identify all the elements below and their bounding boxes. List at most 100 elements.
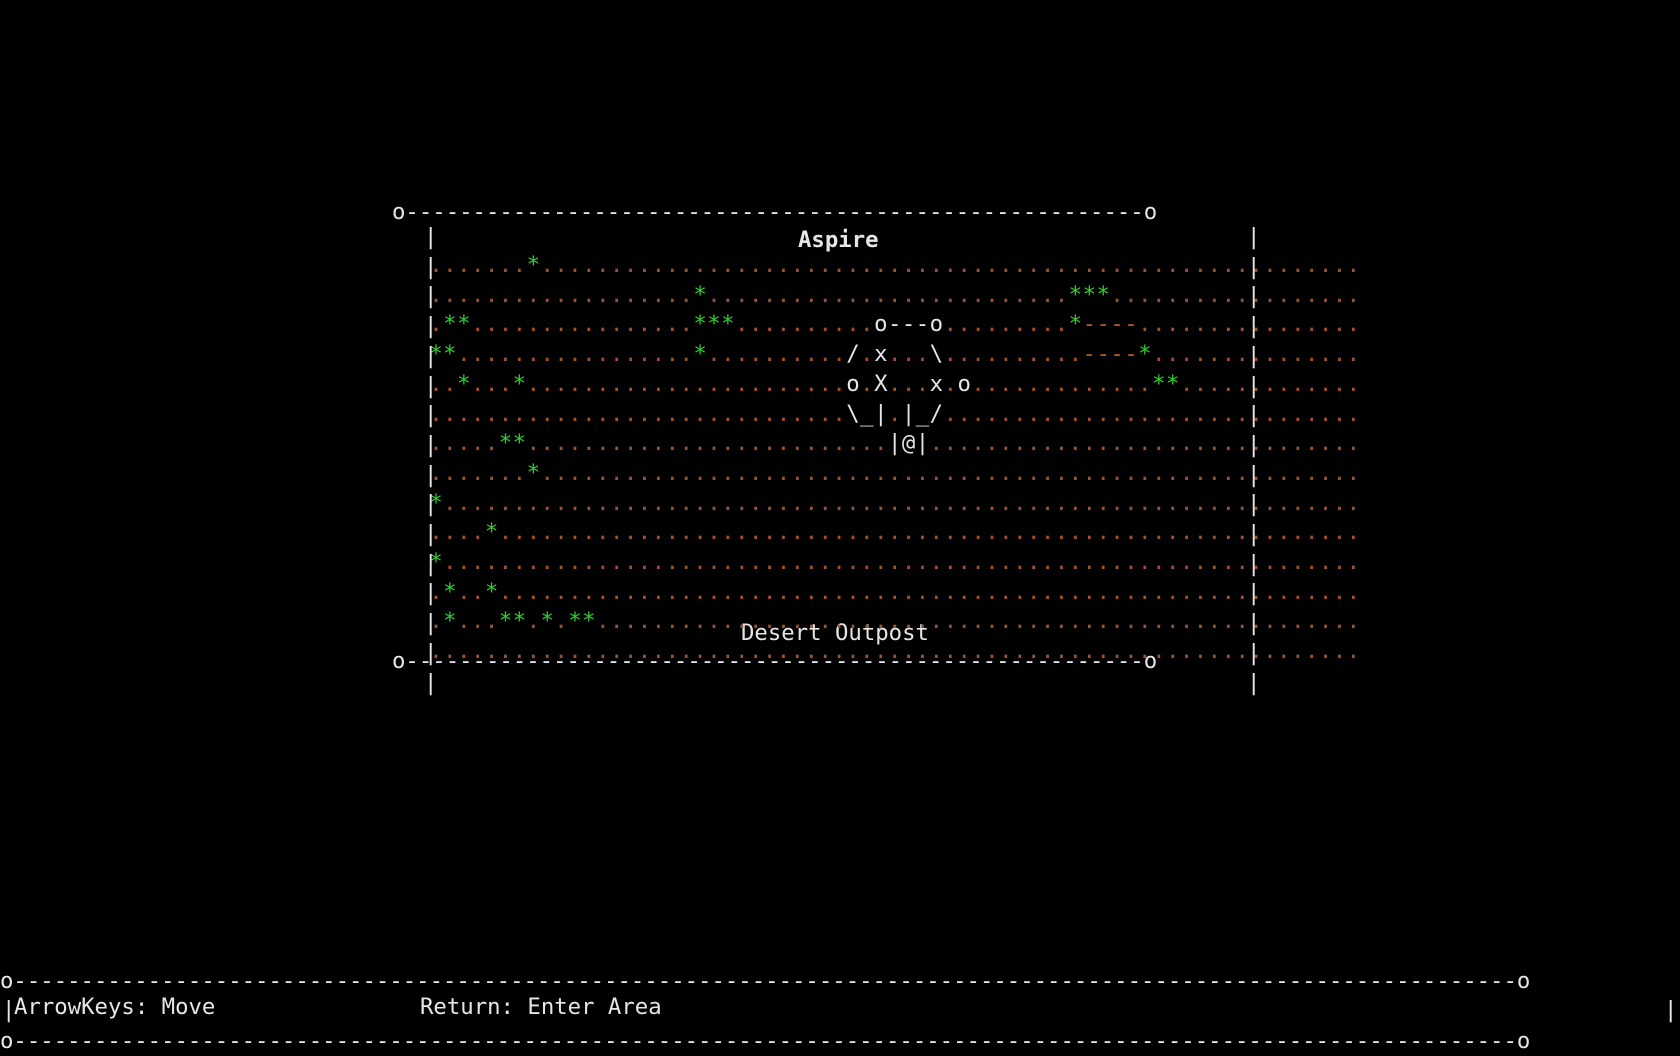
ground-tile: . xyxy=(1152,281,1166,308)
ground-tile: . xyxy=(846,459,860,486)
ground-tile: . xyxy=(1165,638,1180,665)
ground-tile: . xyxy=(971,638,985,665)
ground-tile: . xyxy=(943,578,958,605)
map-top-border: o---------------------------------------… xyxy=(392,199,1158,225)
ground-tile: . xyxy=(1165,341,1180,368)
ground-tile: . xyxy=(1193,638,1208,665)
tree-tile: * xyxy=(512,370,527,397)
ground-tile: . xyxy=(526,549,541,575)
ground-tile: . xyxy=(1179,638,1194,665)
ground-tile: . xyxy=(443,281,457,308)
ground-tile: . xyxy=(1026,430,1041,457)
ground-tile: . xyxy=(1124,459,1138,486)
ground-tile: . xyxy=(582,549,596,575)
ground-tile: . xyxy=(1110,370,1124,397)
map-row: .... *...................................… xyxy=(0,517,1680,547)
ground-tile: . xyxy=(1179,370,1194,397)
ground-tile: . xyxy=(637,400,652,427)
ground-tile: . xyxy=(943,281,958,308)
ground-tile: . xyxy=(1263,311,1277,338)
ground-tile: . xyxy=(957,489,971,516)
ground-tile: . xyxy=(929,281,944,308)
ground-tile: . xyxy=(609,311,624,338)
ground-tile: . xyxy=(1096,489,1110,516)
ground-tile: . xyxy=(762,281,777,308)
ground-tile: . xyxy=(1221,281,1236,308)
ground-tile: . xyxy=(498,370,513,397)
ground-tile: . xyxy=(957,638,971,665)
ground-tile: . xyxy=(623,311,638,338)
ground-tile: . xyxy=(1110,459,1124,486)
ground-tile: . xyxy=(1263,400,1277,427)
ground-tile: . xyxy=(985,252,999,278)
ground-tile: . xyxy=(1054,578,1069,605)
ground-tile: . xyxy=(901,638,916,665)
ground-tile: . xyxy=(1082,578,1097,605)
ground-tile: . xyxy=(1179,252,1194,278)
structure-tile: _ xyxy=(860,400,874,427)
ground-tile: . xyxy=(762,459,777,486)
ground-tile: . xyxy=(526,370,541,397)
map-row: ....... *................................… xyxy=(0,250,1680,280)
ground-tile: . xyxy=(735,341,749,368)
ground-tile: . xyxy=(1110,430,1124,457)
ground-tile: . xyxy=(999,519,1013,546)
ground-tile: . xyxy=(999,459,1013,486)
ground-tile: . xyxy=(1291,370,1305,397)
ground-tile: . xyxy=(651,400,666,427)
ground-tile: . xyxy=(1165,608,1180,635)
ground-tile: . xyxy=(1304,608,1319,635)
ground-tile: . xyxy=(637,608,652,635)
ground-tile: . xyxy=(568,370,582,397)
ground-tile: . xyxy=(1152,578,1166,605)
ground-tile: . xyxy=(804,430,819,457)
ground-tile: . xyxy=(1207,341,1222,368)
ground-tile: . xyxy=(679,370,693,397)
ground-tile: . xyxy=(665,281,680,308)
ground-tile: . xyxy=(540,549,554,575)
ground-tile: . xyxy=(985,578,999,605)
structure-tile: x xyxy=(929,370,944,397)
ground-tile: . xyxy=(846,489,860,516)
ground-tile: . xyxy=(1110,489,1124,516)
ground-tile: . xyxy=(957,281,971,308)
ground-tile: . xyxy=(943,638,958,665)
ground-tile: . xyxy=(735,578,749,605)
ground-tile: . xyxy=(999,281,1013,308)
map-left-border: | xyxy=(424,313,438,340)
ground-tile: . xyxy=(776,549,791,575)
ground-tile: . xyxy=(1263,459,1277,486)
road-tile: - xyxy=(1096,311,1110,338)
ground-tile: . xyxy=(929,430,944,457)
tree-tile: * xyxy=(1165,370,1180,397)
ground-tile: . xyxy=(804,400,819,427)
ground-tile: . xyxy=(957,252,971,278)
ground-tile: . xyxy=(1124,578,1138,605)
ground-tile: . xyxy=(818,489,832,516)
ground-tile: . xyxy=(707,400,721,427)
ground-tile: . xyxy=(1138,549,1152,575)
ground-tile: . xyxy=(776,638,791,665)
ground-tile: . xyxy=(1110,252,1124,278)
ground-tile: . xyxy=(540,519,554,546)
ground-tile: . xyxy=(971,370,985,397)
ground-tile: . xyxy=(748,519,763,546)
ground-tile: . xyxy=(1207,608,1222,635)
ground-tile: . xyxy=(735,370,749,397)
road-tile: - xyxy=(1110,311,1124,338)
ground-tile: . xyxy=(1263,341,1277,368)
ground-tile: . xyxy=(1193,608,1208,635)
tree-tile: * xyxy=(512,608,527,635)
ground-tile: . xyxy=(596,341,610,368)
ground-tile: . xyxy=(623,578,638,605)
ground-tile: . xyxy=(1193,489,1208,516)
ground-tile: . xyxy=(1346,549,1361,575)
ground-tile: . xyxy=(860,430,874,457)
ground-tile: . xyxy=(526,638,541,665)
ground-tile: . xyxy=(554,281,568,308)
ground-tile: . xyxy=(790,549,805,575)
ground-tile: . xyxy=(721,252,735,278)
ground-tile: . xyxy=(887,400,902,427)
ground-tile: . xyxy=(1221,430,1236,457)
ground-tile: . xyxy=(693,608,707,635)
